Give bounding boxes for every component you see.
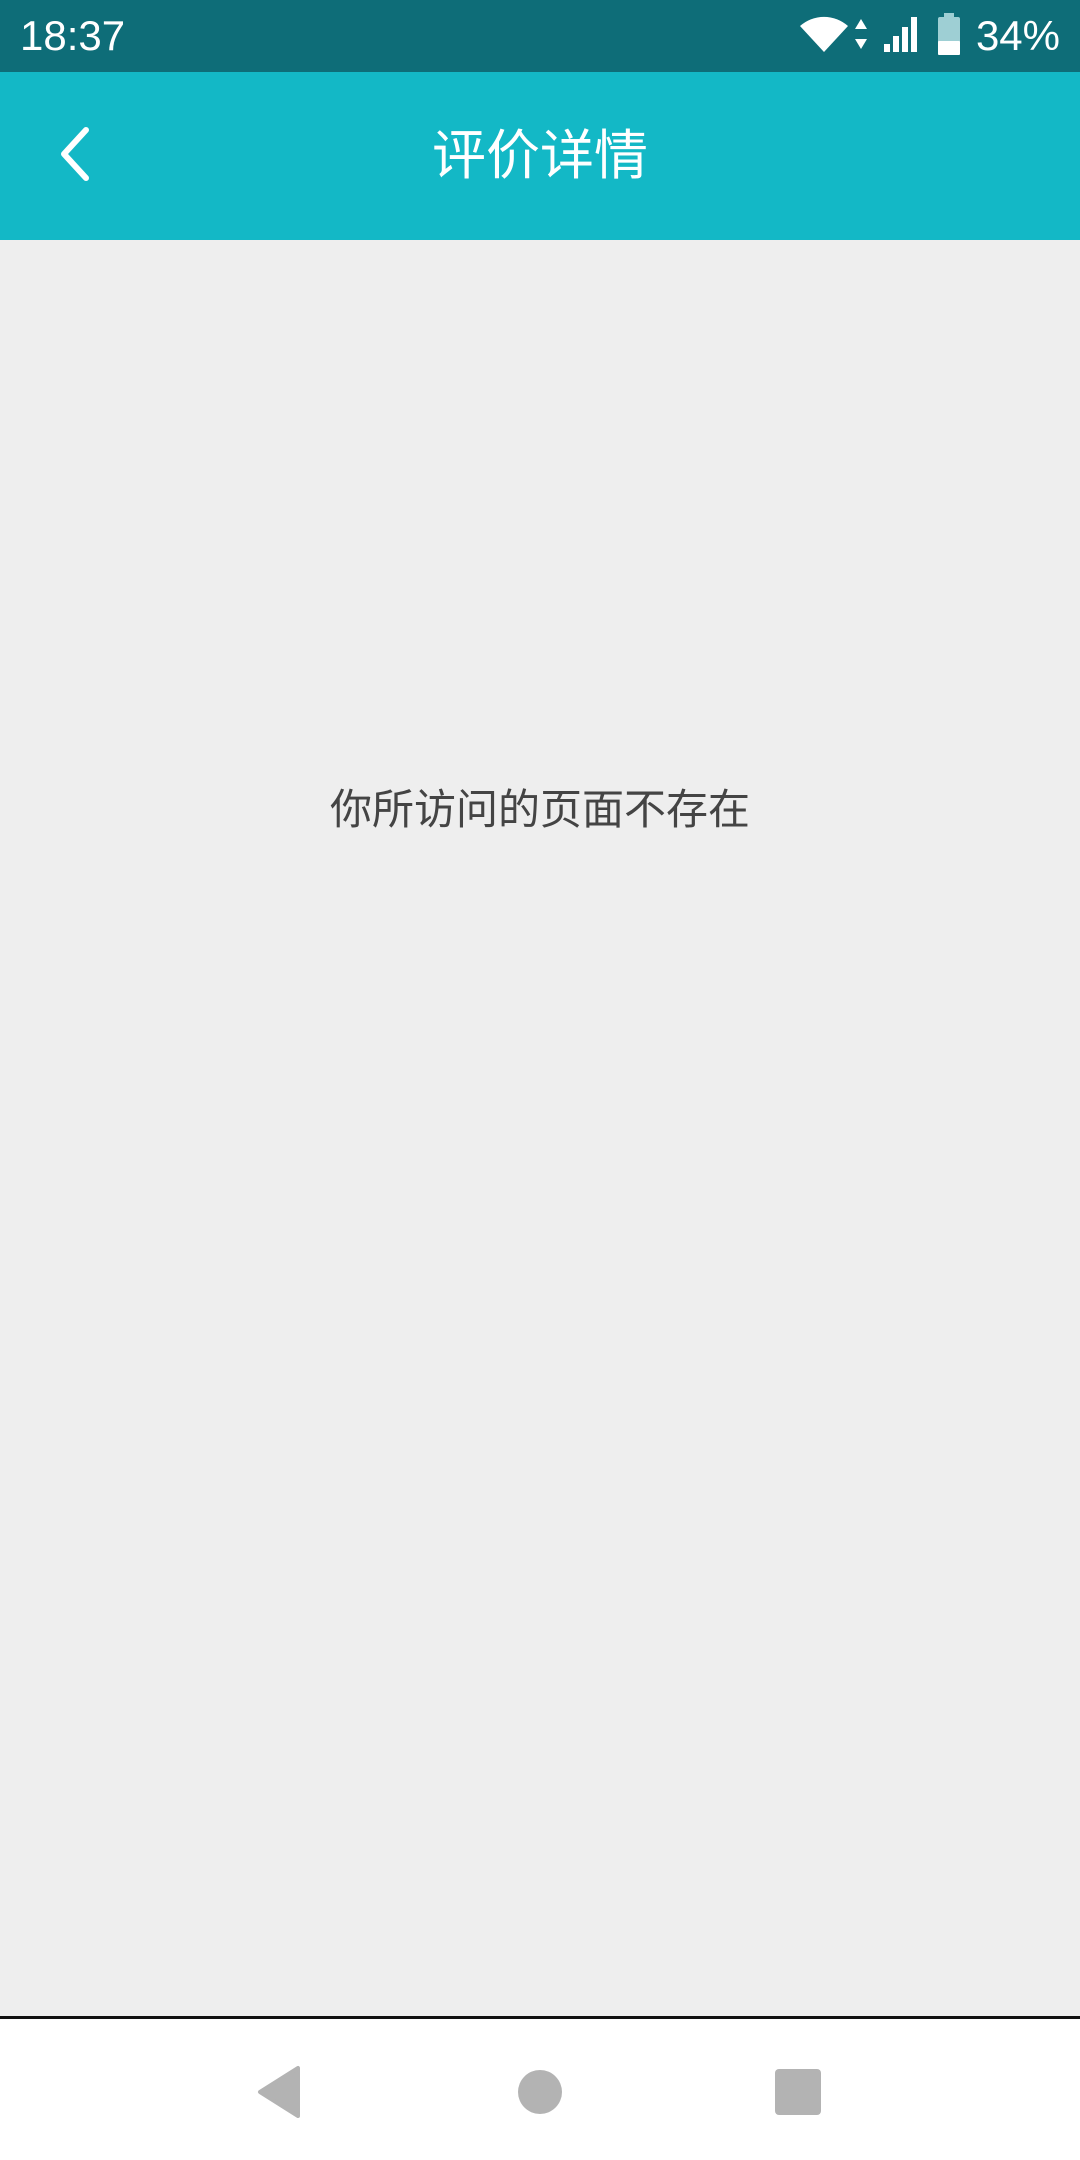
nav-recents-button[interactable] [743, 2039, 853, 2149]
nav-home-icon [515, 2067, 565, 2121]
empty-state-message: 你所访问的页面不存在 [329, 785, 750, 834]
battery-percent: 34% [975, 12, 1060, 59]
nav-home-button[interactable] [485, 2039, 595, 2149]
nav-back-button[interactable] [225, 2039, 335, 2149]
wifi-icon [798, 14, 850, 58]
nav-back-icon [250, 2062, 310, 2126]
status-icons: 34% [798, 10, 1060, 62]
status-time: 18:37 [20, 12, 126, 59]
navigation-bar [0, 2016, 1080, 2160]
battery-icon [936, 12, 962, 60]
cellular-signal-icon [882, 14, 922, 58]
page-title: 评价详情 [432, 124, 648, 187]
nav-recents-icon [773, 2067, 823, 2121]
data-arrows-icon [854, 17, 868, 55]
status-bar: 18:37 34% [0, 0, 1080, 72]
content-area: 你所访问的页面不存在 [0, 240, 1080, 2016]
app-bar: 评价详情 [0, 72, 1080, 240]
chevron-left-icon [54, 124, 94, 188]
back-button[interactable] [24, 106, 124, 206]
